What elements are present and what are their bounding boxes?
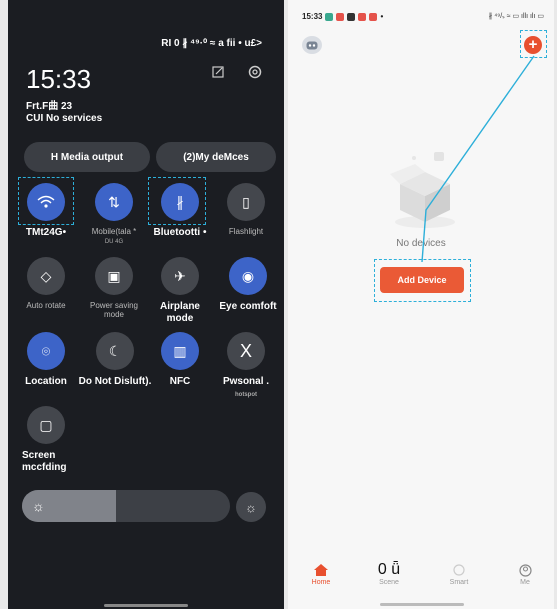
nfc-icon: ▥ [161,332,199,370]
tile-flashlight[interactable]: ▯ Flashlight [216,183,276,236]
scene-icon: 0 ǖ [377,561,401,578]
tile-label: TMt24G• [25,227,67,238]
tile-label: Pwsonal . hotspot [222,376,270,398]
tile-airplane-mode[interactable]: ✈ Airplane mode [146,257,214,324]
tile-label: Eye comfoft [219,301,277,312]
home-indicator [104,604,188,607]
control-center-panel: RI 0 ∦ ⁴⁹·⁰ ≈ a fii • u£> 15:33 Frt.F曲 2… [8,0,284,609]
tab-label: Me [520,579,530,586]
highlight-bluetooth [148,177,206,225]
home-indicator [380,603,464,606]
highlight-wifi [18,177,74,225]
brightness-slider[interactable]: ☼ [22,490,230,522]
tile-label: Mobile(tala * DU 4G [91,227,137,246]
rotate-icon: ◇ [27,257,65,295]
bottom-tab-bar: Home 0 ǖ Scene Smart Me [288,551,554,609]
tile-nfc[interactable]: ▥ NFC [150,332,210,388]
tab-label: Home [311,579,331,586]
tab-label: Scene [379,579,399,586]
tile-label: Do Not Disluft). [78,376,152,387]
carrier-status: CUI No services [26,113,103,124]
moon-icon: ☾ [96,332,134,370]
left-status-bar: RI 0 ∦ ⁴⁹·⁰ ≈ a fii • u£> [161,38,262,49]
tile-eye-comfort[interactable]: ◉ Eye comfoft [214,257,282,313]
me-icon [500,561,550,579]
tile-power-saving[interactable]: ▣ Power saving mode [84,257,144,319]
my-devices-button[interactable]: (2)My deMces [156,142,276,172]
home-icon [296,561,346,579]
airplane-icon: ✈ [161,257,199,295]
screen-record-icon: ▢ [27,406,65,444]
tile-label: Flashlight [228,227,264,236]
gear-icon[interactable] [248,65,262,79]
tab-scene[interactable]: 0 ǖ Scene [364,561,414,586]
tab-home[interactable]: Home [296,561,346,586]
tile-screen-recording[interactable]: ▢ Screen mccfding [16,406,76,473]
tile-label: Airplane mode [159,301,200,324]
date-label: Frt.F曲 23 [26,101,73,112]
smart-icon [434,561,484,579]
tile-auto-rotate[interactable]: ◇ Auto rotate [16,257,76,310]
battery-icon: ▣ [95,257,133,295]
mobile-data-icon: ⇅ [95,183,133,221]
tile-personal-hotspot[interactable]: X Pwsonal . hotspot [216,332,276,399]
tab-me[interactable]: Me [500,561,550,586]
tile-mobile-data[interactable]: ⇅ Mobile(tala * DU 4G [84,183,144,246]
auto-brightness-icon[interactable]: ☼ [236,492,266,522]
pointer-line [421,55,535,263]
tile-label: Bluetootti • [153,227,207,238]
tile-label: Power saving mode [89,301,139,320]
sun-icon: ☼ [32,498,45,514]
tile-do-not-disturb[interactable]: ☾ Do Not Disluft). [74,332,156,388]
tab-smart[interactable]: Smart [434,561,484,586]
edit-icon[interactable] [212,66,224,78]
tile-label: Location [25,376,67,387]
clock: 15:33 [26,64,92,94]
tile-label: Auto rotate [26,301,66,310]
tab-label: Smart [449,579,469,586]
location-icon: ⌾ [27,332,65,370]
smart-home-app: 15:33 • ∦ ⁴⁹/ₛ ≈ ▭ ıllı ılı ▭ + No devic… [288,0,554,609]
media-output-button[interactable]: H Media output [24,142,150,172]
tile-label: Screen mccfding [22,450,67,473]
flashlight-icon: ▯ [227,183,265,221]
tile-location[interactable]: ⌾ Location [16,332,76,388]
eye-icon: ◉ [229,257,267,295]
tile-label: NFC [169,376,191,387]
hotspot-icon: X [227,332,265,370]
